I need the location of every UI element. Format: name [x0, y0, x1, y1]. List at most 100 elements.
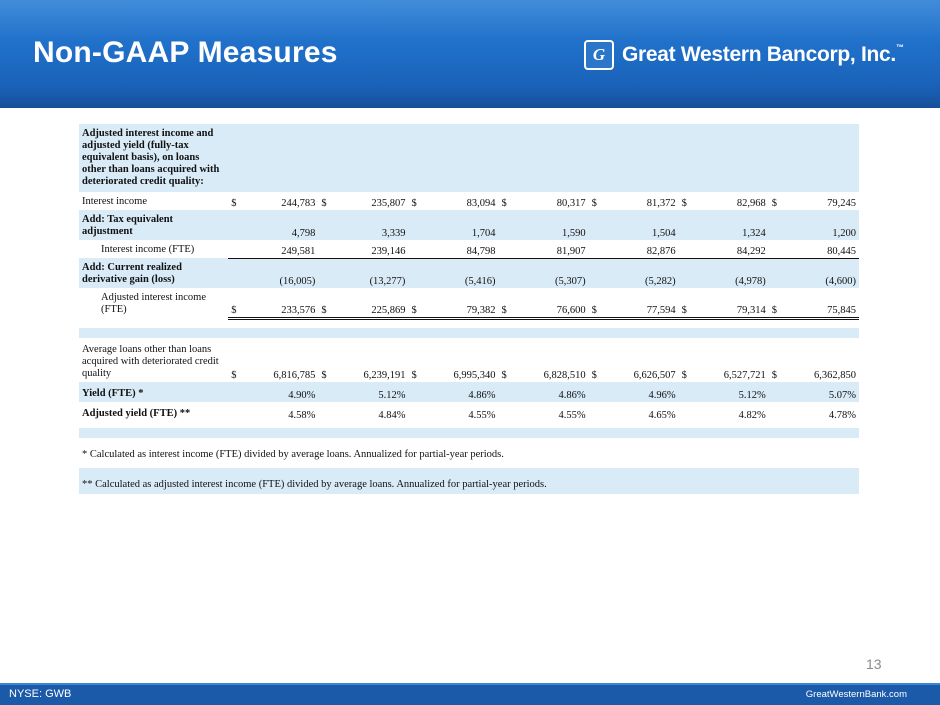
- table-cell: 81,907: [516, 240, 589, 259]
- currency-symbol: $: [318, 192, 337, 210]
- table-cell: 1,590: [516, 210, 589, 240]
- spacer-row: [79, 427, 859, 438]
- table-cell: (5,282): [606, 258, 679, 288]
- table-cell: 4.78%: [786, 401, 859, 422]
- currency-symbol: $: [228, 288, 247, 320]
- page-title: Non-GAAP Measures: [33, 36, 338, 69]
- table-cell: 4.84%: [336, 401, 409, 422]
- table-cell: 80,317: [516, 192, 589, 210]
- table-cell: 4.65%: [606, 401, 679, 422]
- currency-symbol: [588, 210, 607, 240]
- table-row: Adjusted interest income (FTE) $233,576 $2…: [79, 288, 859, 320]
- section-title-row: Adjusted interest income and adjusted yi…: [79, 124, 859, 192]
- currency-symbol: [588, 258, 607, 288]
- table-cell: 4.86%: [426, 381, 499, 402]
- table-cell: 4.82%: [696, 401, 769, 422]
- currency-symbol: $: [588, 192, 607, 210]
- table-cell: 5.12%: [696, 381, 769, 402]
- currency-symbol: $: [318, 288, 337, 320]
- table-cell: 3,339: [336, 210, 409, 240]
- table-cell: (4,600): [786, 258, 859, 288]
- table-row: Interest income $244,783 $235,807 $83,094 $8…: [79, 192, 859, 210]
- table-cell: 4.55%: [426, 401, 499, 422]
- currency-symbol: [768, 210, 787, 240]
- currency-symbol: $: [768, 337, 787, 382]
- currency-symbol: [768, 401, 787, 422]
- page-number: 13: [866, 656, 882, 672]
- table-cell: 4,798: [246, 210, 319, 240]
- company-logo: G Great Western Bancorp, Inc.™: [584, 38, 904, 72]
- currency-symbol: $: [408, 288, 427, 320]
- table-cell: 6,828,510: [516, 337, 589, 382]
- table-cell: 4.55%: [516, 401, 589, 422]
- currency-symbol: $: [678, 192, 697, 210]
- currency-symbol: [768, 240, 787, 259]
- logo-mark-letter: G: [592, 45, 606, 64]
- table-cell: (4,978): [696, 258, 769, 288]
- currency-symbol: [678, 401, 697, 422]
- table-cell: 244,783: [246, 192, 319, 210]
- table-cell: 6,816,785: [246, 337, 319, 382]
- table-cell: 75,845: [786, 288, 859, 320]
- currency-symbol: [498, 240, 517, 259]
- currency-symbol: [588, 401, 607, 422]
- table-cell: 84,292: [696, 240, 769, 259]
- table-cell: 4.58%: [246, 401, 319, 422]
- currency-symbol: $: [228, 337, 247, 382]
- table-cell: 249,581: [246, 240, 319, 259]
- currency-symbol: $: [228, 192, 247, 210]
- currency-symbol: [318, 381, 337, 402]
- table-cell: 79,314: [696, 288, 769, 320]
- currency-symbol: $: [318, 337, 337, 382]
- table-cell: 4.90%: [246, 381, 319, 402]
- currency-symbol: $: [408, 192, 427, 210]
- table-cell: 5.12%: [336, 381, 409, 402]
- footnote: ** Calculated as adjusted interest incom…: [79, 467, 859, 494]
- table-cell: 84,798: [426, 240, 499, 259]
- table-cell: 1,200: [786, 210, 859, 240]
- currency-symbol: [408, 258, 427, 288]
- table-cell: 6,362,850: [786, 337, 859, 382]
- currency-symbol: $: [678, 337, 697, 382]
- slide-header: Non-GAAP Measures G Great Western Bancor…: [0, 0, 940, 108]
- table-cell: 239,146: [336, 240, 409, 259]
- table-cell: 4.86%: [516, 381, 589, 402]
- table-cell: 79,245: [786, 192, 859, 210]
- currency-symbol: [228, 240, 247, 259]
- row-label: Interest income: [79, 192, 229, 210]
- currency-symbol: [678, 381, 697, 402]
- table-cell: 1,324: [696, 210, 769, 240]
- table-cell: 80,445: [786, 240, 859, 259]
- currency-symbol: [408, 381, 427, 402]
- table-row: Yield (FTE) * 4.90% 5.12% 4.86% 4.86% 4.96% 5.…: [79, 381, 859, 402]
- currency-symbol: $: [768, 192, 787, 210]
- section-title: Adjusted interest income and adjusted yi…: [79, 124, 229, 192]
- logo-mark-icon: G: [584, 40, 614, 70]
- logo-name: Great Western Bancorp, Inc.: [622, 43, 896, 66]
- table-cell: 76,600: [516, 288, 589, 320]
- currency-symbol: $: [408, 337, 427, 382]
- logo-trademark: ™: [895, 43, 904, 52]
- currency-symbol: [588, 240, 607, 259]
- footnote: * Calculated as interest income (FTE) di…: [79, 437, 859, 464]
- currency-symbol: [408, 401, 427, 422]
- currency-symbol: [318, 240, 337, 259]
- table-cell: (5,416): [426, 258, 499, 288]
- currency-symbol: [498, 401, 517, 422]
- slide-footer: NYSE: GWB GreatWesternBank.com: [0, 683, 940, 705]
- row-label: Adjusted interest income (FTE): [79, 288, 229, 318]
- spacer-row: [79, 318, 859, 328]
- table-cell: 83,094: [426, 192, 499, 210]
- table-row: Adjusted yield (FTE) ** 4.58% 4.84% 4.55% 4.…: [79, 401, 859, 422]
- currency-symbol: $: [498, 288, 517, 320]
- currency-symbol: [228, 401, 247, 422]
- currency-symbol: [408, 240, 427, 259]
- currency-symbol: [228, 210, 247, 240]
- table-cell: 225,869: [336, 288, 409, 320]
- table-cell: 235,807: [336, 192, 409, 210]
- currency-symbol: [588, 381, 607, 402]
- currency-symbol: [228, 381, 247, 402]
- table-cell: (16,005): [246, 258, 319, 288]
- currency-symbol: [318, 258, 337, 288]
- currency-symbol: $: [498, 337, 517, 382]
